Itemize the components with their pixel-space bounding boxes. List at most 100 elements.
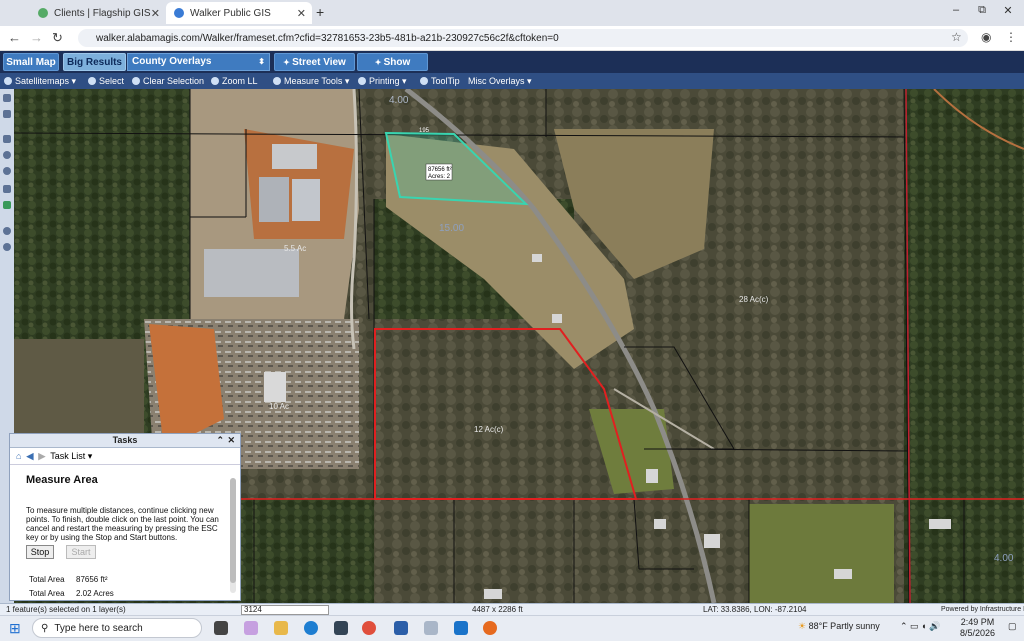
close-tab-icon[interactable]: ✕ — [151, 7, 160, 20]
search-icon: ⚲ — [41, 622, 49, 634]
tray-icons[interactable]: ⌃ ▭ ◖ 🔊 — [900, 621, 940, 632]
parcel-label: 195 — [419, 128, 430, 134]
identify-icon[interactable] — [3, 201, 11, 209]
close-tab-icon[interactable]: ✕ — [297, 7, 306, 20]
menu-dots-icon[interactable]: ⋮ — [1005, 30, 1017, 44]
tasks-scrollbar[interactable] — [230, 478, 236, 593]
collapse-icon[interactable]: ⌃ — [216, 434, 224, 447]
word-icon[interactable] — [394, 621, 408, 635]
warehouse-roof — [272, 144, 317, 169]
url-field[interactable]: walker.alabamagis.com/Walker/frameset.cf… — [78, 29, 968, 47]
home-icon[interactable]: ⌂ — [16, 451, 21, 461]
parcel-label: 5.5 Ac — [284, 244, 306, 253]
scale-input[interactable]: 3124 — [241, 605, 329, 615]
firefox-icon[interactable] — [483, 621, 497, 635]
site-favicon-icon — [38, 8, 48, 18]
street-view-button[interactable]: ✦ Street View — [274, 53, 355, 71]
big-results-button[interactable]: Big Results — [63, 53, 126, 71]
pan-tool-icon[interactable] — [3, 110, 11, 118]
measure-area-heading: Measure Area — [26, 474, 98, 486]
zoom-in-icon[interactable] — [3, 151, 11, 159]
county-overlays-value: County Overlays — [132, 56, 212, 67]
forward-icon[interactable]: ▶ — [38, 451, 45, 462]
store-icon[interactable] — [334, 621, 348, 635]
small-map-button[interactable]: Small Map — [3, 53, 59, 71]
copilot-icon[interactable] — [244, 621, 258, 635]
start-button[interactable]: Start — [66, 545, 96, 559]
parcel-label: 28 Ac(c) — [739, 295, 769, 304]
clock[interactable]: 2:49 PM 8/5/2026 — [960, 617, 995, 639]
tooltip-tool[interactable]: ToolTip — [420, 74, 460, 88]
search-placeholder: Type here to search — [54, 622, 143, 634]
url-text: walker.alabamagis.com/Walker/frameset.cf… — [96, 32, 559, 44]
parcel-label: 4.00 — [994, 553, 1014, 564]
layers-icon[interactable] — [3, 185, 11, 193]
app-icon[interactable] — [424, 621, 438, 635]
tooltip-icon — [420, 77, 428, 85]
notification-icon[interactable]: ▢ — [1008, 621, 1017, 632]
tasks-scroll-thumb[interactable] — [230, 478, 236, 583]
file-explorer-icon[interactable] — [274, 621, 288, 635]
street-view-label: Street View — [292, 57, 346, 68]
stop-button[interactable]: Stop — [26, 545, 54, 559]
zoom-out-icon[interactable] — [3, 167, 11, 175]
profile-icon[interactable]: ◉ — [981, 30, 991, 44]
tasks-panel-header: Tasks ⌃ ✕ — [10, 434, 240, 448]
new-tab-button[interactable]: + — [316, 4, 324, 20]
close-icon[interactable]: ✕ — [227, 434, 235, 447]
total-area-label: Total Area — [29, 575, 65, 584]
printing-menu[interactable]: Printing ▾ — [358, 74, 407, 88]
parcel-label: 12 Ac(c) — [474, 425, 504, 434]
total-area-acres-value: 2.02 Acres — [76, 589, 114, 598]
select-tool[interactable]: Select — [88, 74, 124, 88]
info-icon[interactable] — [3, 227, 11, 235]
tasks-panel: Tasks ⌃ ✕ ⌂ ◀ ▶ Task List ▾ Measure Area… — [9, 433, 241, 601]
taskbar-search-box[interactable]: ⚲ Type here to search — [32, 618, 202, 638]
clock-date: 8/5/2026 — [960, 628, 996, 638]
total-area-ft-value: 87656 ft² — [76, 575, 108, 584]
county-overlays-select[interactable]: County Overlays ⬍ — [127, 53, 270, 71]
tab-clients-flagship[interactable]: Clients | Flagship GIS ✕ — [30, 2, 166, 24]
greenhouse-roofs — [204, 249, 299, 297]
legend-icon: ✦ — [374, 58, 384, 67]
windows-start-icon[interactable]: ⊞ — [9, 620, 21, 637]
clear-selection-label: Clear Selection — [143, 76, 205, 86]
close-window-button[interactable]: ✕ — [998, 4, 1018, 17]
show-legend-button[interactable]: ✦ Show Legend — [357, 53, 428, 86]
minimize-button[interactable]: – — [946, 4, 966, 16]
restore-button[interactable]: ⧉ — [972, 4, 992, 17]
select-arrows-icon: ⬍ — [258, 57, 265, 66]
task-list-toolbar: ⌂ ◀ ▶ Task List ▾ — [10, 448, 240, 465]
measure-tools-label: Measure Tools ▾ — [284, 76, 350, 86]
zoom-ll-tool[interactable]: Zoom LL — [211, 74, 258, 88]
reload-icon[interactable]: ↻ — [52, 30, 63, 46]
help-icon[interactable] — [3, 243, 11, 251]
task-view-icon[interactable] — [214, 621, 228, 635]
tab-walker-public-gis[interactable]: Walker Public GIS ✕ — [166, 2, 312, 24]
satellite-maps-label: Satellitemaps ▾ — [15, 76, 77, 86]
browser-tab-bar: Clients | Flagship GIS ✕ Walker Public G… — [0, 0, 1024, 26]
weather-widget[interactable]: ☀ 88°F Partly sunny — [798, 621, 880, 632]
task-list-menu[interactable]: Task List ▾ — [50, 451, 92, 462]
extent-tool-icon[interactable] — [3, 135, 11, 143]
outlook-icon[interactable] — [454, 621, 468, 635]
clear-selection-tool[interactable]: Clear Selection — [132, 74, 204, 88]
misc-overlays-menu[interactable]: Misc Overlays ▾ — [468, 74, 532, 88]
forward-arrow-icon[interactable]: → — [30, 30, 43, 45]
edge-icon[interactable] — [304, 621, 318, 635]
sun-cloud-icon: ☀ — [798, 621, 809, 631]
tab-title: Clients | Flagship GIS — [54, 7, 151, 19]
satellite-maps-menu[interactable]: Satellitemaps ▾ — [4, 74, 76, 88]
measure-tools-menu[interactable]: Measure Tools ▾ — [273, 74, 349, 88]
back-arrow-icon[interactable]: ← — [8, 30, 21, 45]
site-favicon-icon — [174, 8, 184, 18]
pointer-tool-icon[interactable] — [3, 94, 11, 102]
bookmark-star-icon[interactable]: ☆ — [951, 30, 962, 44]
chrome-icon[interactable] — [362, 621, 376, 635]
tab-title: Walker Public GIS — [190, 7, 271, 19]
clock-time: 2:49 PM — [960, 617, 995, 627]
address-bar-row: ← → ↻ walker.alabamagis.com/Walker/frame… — [0, 26, 1024, 51]
parcel-label: 4.00 — [389, 95, 409, 106]
back-icon[interactable]: ◀ — [26, 451, 33, 462]
misc-overlays-label: Misc Overlays ▾ — [468, 76, 532, 86]
